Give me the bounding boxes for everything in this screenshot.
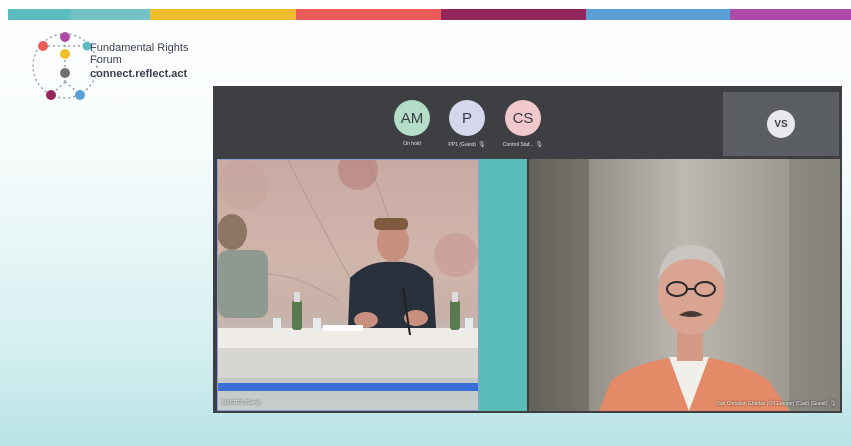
avatar-initials: CS — [512, 109, 534, 127]
participant-name-text: On hold — [403, 141, 421, 147]
participant-cs[interactable]: CS Control Staf... 🎙 — [488, 100, 558, 148]
mic-off-icon: 🎙 — [829, 401, 837, 407]
avatar-initials: VS — [774, 118, 788, 130]
stripe-segment — [150, 9, 296, 20]
video-tile-speaker[interactable]: Dan Christian Ghattas (OII Europe) (Cast… — [529, 159, 840, 411]
avatar[interactable]: CS — [505, 100, 541, 136]
shared-content-pane — [479, 159, 527, 411]
logo-line-1: Fundamental Rights — [90, 42, 189, 54]
forum-logo: Fundamental Rights Forum connect.reflect… — [30, 28, 210, 106]
brand-color-stripe — [8, 9, 851, 20]
video-caption: MASTER (Guest) — [222, 400, 261, 406]
self-view-tile[interactable]: VS — [723, 92, 839, 156]
video-caption: Dan Christian Ghattas (OII Europe) (Cast… — [716, 400, 837, 407]
logo-text: Fundamental Rights Forum connect.reflect… — [90, 42, 188, 80]
meeting-window: AM On hold P PP1 (Guest) 🎙 CS Control Sta… — [213, 86, 842, 413]
avatar-initials: P — [461, 109, 472, 127]
video-feed-panel-room — [218, 160, 478, 378]
speaker-indicator-bar — [218, 383, 478, 391]
stripe-segment — [8, 9, 71, 20]
video-feed-speaker — [529, 159, 840, 411]
mic-off-icon: 🎙 — [477, 142, 486, 148]
participant-name-text: PP1 (Guest) — [448, 142, 476, 148]
stripe-segment — [71, 9, 150, 20]
avatar-initials: AM — [400, 109, 424, 127]
participant-name: Control Staf... 🎙 — [488, 141, 558, 148]
video-tile-master[interactable]: MASTER (Guest) — [217, 159, 479, 411]
stripe-segment — [296, 9, 441, 20]
mic-off-icon: 🎙 — [535, 142, 544, 148]
avatar: VS — [767, 110, 795, 138]
video-caption-text: Dan Christian Ghattas (OII Europe) (Cast… — [716, 401, 828, 407]
avatar[interactable]: AM — [394, 100, 430, 136]
avatar[interactable]: P — [449, 100, 485, 136]
stripe-segment — [441, 9, 586, 20]
logo-line-3: connect.reflect.act — [90, 68, 188, 80]
stripe-segment — [730, 9, 851, 20]
stripe-segment — [586, 9, 730, 20]
logo-line-2: Forum — [90, 54, 122, 66]
participant-name-text: Control Staf... — [502, 142, 534, 148]
participant-roster: AM On hold P PP1 (Guest) 🎙 CS Control Sta… — [213, 86, 842, 156]
